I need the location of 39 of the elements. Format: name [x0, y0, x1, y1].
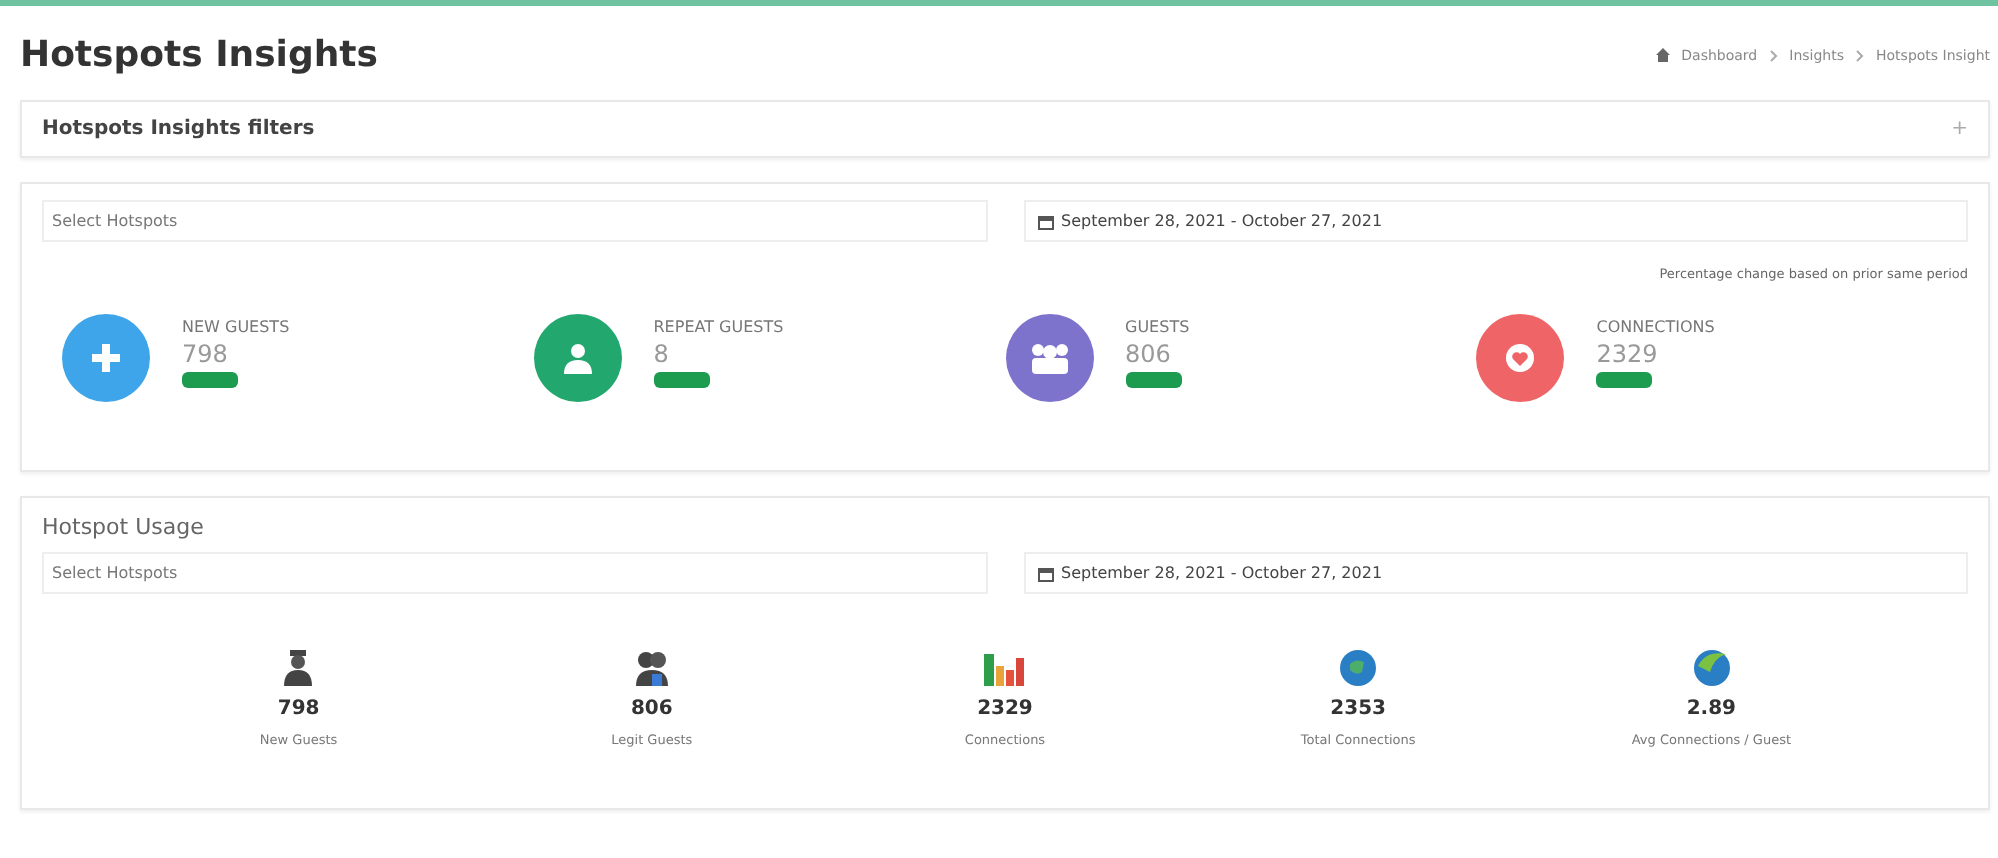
stat-label: REPEAT GUESTS	[653, 318, 784, 336]
metric-value: 798	[277, 698, 320, 720]
hotspot-select[interactable]: Select Hotspots	[42, 552, 987, 594]
usage-title: Hotspot Usage	[42, 514, 206, 540]
metric-value: 2353	[1330, 698, 1387, 720]
group-icon	[1029, 342, 1069, 374]
home-icon	[1655, 48, 1670, 62]
filters-title: Hotspots Insights filters	[42, 118, 315, 140]
metric-value: 806	[630, 698, 673, 720]
change-badge	[182, 372, 238, 388]
people-icon	[633, 650, 670, 686]
chevron-icon	[1856, 49, 1864, 61]
calendar-icon	[1037, 565, 1053, 581]
change-badge	[1125, 372, 1181, 388]
stat-value: 8	[653, 340, 671, 368]
stat-label: GUESTS	[1125, 318, 1190, 336]
filters-bar[interactable]: Hotspots Insights filters +	[20, 100, 1990, 158]
hotspot-select[interactable]: Select Hotspots	[42, 200, 987, 242]
user-icon	[563, 342, 592, 374]
date-range-field[interactable]: September 28, 2021 - October 27, 2021	[1023, 200, 1968, 242]
stat-label: CONNECTIONS	[1596, 318, 1715, 336]
page-title: Hotspots Insights	[20, 34, 378, 76]
calendar-icon	[1037, 213, 1053, 229]
bar-chart-icon	[984, 650, 1025, 686]
stat-value: 2329	[1596, 340, 1660, 368]
plus-icon	[90, 342, 122, 374]
metric-value: 2.89	[1686, 698, 1737, 720]
change-badge	[1596, 372, 1653, 388]
stat-value: 798	[182, 340, 230, 368]
chevron-icon	[1769, 49, 1778, 61]
stat-label: NEW GUESTS	[182, 318, 290, 336]
change-badge	[653, 372, 710, 388]
expand-toggle[interactable]: +	[1951, 118, 1968, 140]
date-range-field[interactable]: September 28, 2021 - October 27, 2021	[1023, 552, 1968, 594]
globe-icon	[1340, 650, 1377, 686]
metric-value: 2329	[977, 698, 1033, 720]
stat-value: 806	[1125, 340, 1173, 368]
person-icon	[284, 650, 313, 686]
globe-icon	[1693, 650, 1730, 686]
